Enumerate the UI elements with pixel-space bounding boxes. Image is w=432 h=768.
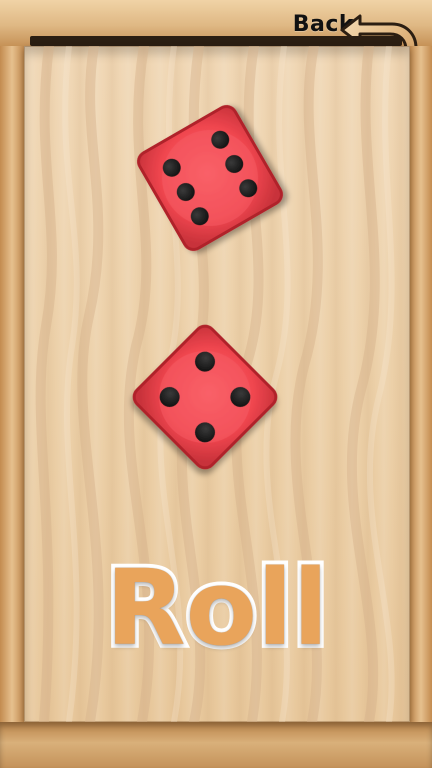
roll-label: Roll bbox=[102, 547, 333, 669]
die-four-face bbox=[132, 324, 278, 470]
bottom-rail bbox=[0, 722, 432, 768]
back-button[interactable]: Back bbox=[242, 6, 422, 94]
left-rail bbox=[0, 46, 24, 722]
die-six-face bbox=[137, 105, 283, 251]
right-rail bbox=[410, 46, 432, 722]
roll-button[interactable]: Roll bbox=[92, 548, 342, 668]
top-bar: Back bbox=[0, 0, 432, 94]
die-1[interactable] bbox=[135, 103, 285, 253]
game-screen: Back Roll bbox=[0, 0, 432, 768]
die-2[interactable] bbox=[130, 322, 280, 472]
